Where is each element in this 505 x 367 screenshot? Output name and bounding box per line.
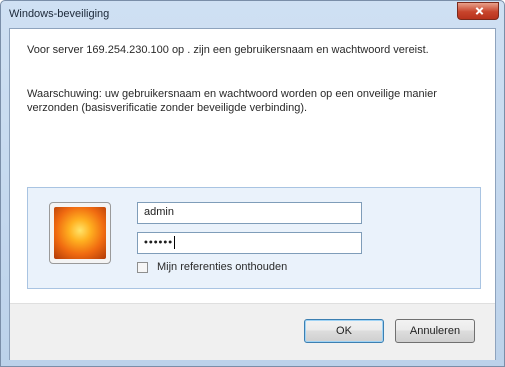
server-message: Voor server 169.254.230.100 op . zijn ee… (27, 44, 429, 56)
user-tile-icon (49, 202, 111, 264)
text-caret (174, 236, 176, 249)
remember-credentials-label[interactable]: Mijn referenties onthouden (157, 261, 287, 273)
dialog-body: Voor server 169.254.230.100 op . zijn ee… (9, 28, 496, 360)
ok-button[interactable]: OK (304, 319, 384, 343)
window-title: Windows-beveiliging (9, 8, 110, 20)
button-bar: OK Annuleren (10, 303, 495, 360)
password-field[interactable]: •••••• (137, 232, 362, 254)
user-tile-picture (54, 207, 106, 259)
credential-tile[interactable]: admin •••••• Mijn referenties onthouden (27, 187, 481, 289)
checkbox-icon[interactable] (137, 262, 148, 273)
security-dialog: Windows-beveiliging Voor server 169.254.… (0, 0, 505, 367)
title-bar[interactable]: Windows-beveiliging (1, 1, 504, 27)
cancel-button[interactable]: Annuleren (395, 319, 475, 343)
username-value: admin (144, 206, 174, 218)
close-icon[interactable] (457, 2, 499, 20)
warning-message: Waarschuwing: uw gebruikersnaam en wacht… (27, 88, 437, 114)
password-value: •••••• (144, 236, 174, 249)
username-field[interactable]: admin (137, 202, 362, 224)
